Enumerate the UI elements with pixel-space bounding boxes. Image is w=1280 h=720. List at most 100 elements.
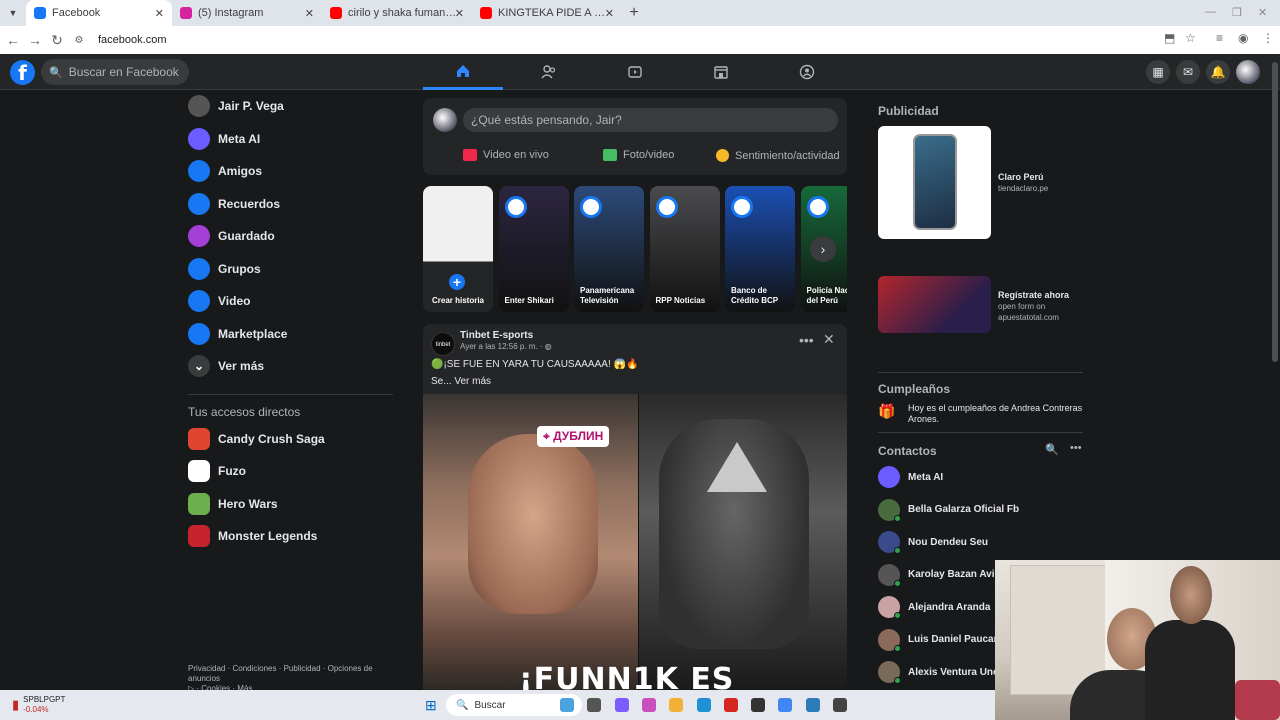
shortcut-item[interactable]: Fuzo xyxy=(180,455,400,488)
taskbar-app-icon[interactable] xyxy=(641,698,656,712)
browser-tab-instagram[interactable]: (5) Instagram ✕ xyxy=(172,0,322,26)
taskbar-app-icon[interactable] xyxy=(587,698,602,712)
contacts-options-icon[interactable]: ••• xyxy=(1070,442,1082,454)
search-input[interactable]: 🔍 Buscar en Facebook xyxy=(41,59,189,85)
profile-avatar[interactable] xyxy=(1236,60,1260,84)
sidebar-item-amigos[interactable]: Amigos xyxy=(180,155,400,188)
nav-tab-marketplace[interactable] xyxy=(681,54,761,90)
feed-post: tinbet Tinbet E-sports Ayer a las 12:56 … xyxy=(423,324,847,690)
sidebar-item-video[interactable]: Video xyxy=(180,285,400,318)
post-author[interactable]: Tinbet E-sports xyxy=(460,330,533,341)
post-author-avatar[interactable]: tinbet xyxy=(431,332,455,356)
page-scrollbar[interactable] xyxy=(1272,62,1278,362)
story-card[interactable]: Panamericana Televisión xyxy=(574,186,644,312)
story-card[interactable]: Banco de Crédito BCP xyxy=(725,186,795,312)
close-window-icon[interactable]: ✕ xyxy=(1258,6,1267,19)
taskbar-app-icon[interactable] xyxy=(805,698,820,712)
stock-ticker-widget[interactable]: ▮ SPBLPGPT -0.04% xyxy=(12,695,65,715)
tab-title: (5) Instagram xyxy=(198,7,264,19)
search-icon: 🔍 xyxy=(49,66,63,79)
post-timestamp[interactable]: Ayer a las 12:56 p. m. · ◍ xyxy=(460,342,552,351)
nav-tab-video[interactable] xyxy=(595,54,675,90)
live-video-button[interactable]: Video en vivo xyxy=(463,149,549,161)
birthday-notice[interactable]: 🎁 Hoy es el cumpleaños de Andrea Contrer… xyxy=(878,403,1083,425)
contact-item[interactable]: Karolay Bazan Avila xyxy=(878,563,1003,587)
nav-tab-friends[interactable] xyxy=(509,54,589,90)
menu-dots-icon[interactable]: ⋮ xyxy=(1262,31,1274,45)
taskbar-app-icon[interactable] xyxy=(778,698,793,712)
photo-video-button[interactable]: Foto/video xyxy=(603,149,674,161)
tab-search-icon[interactable]: ▼ xyxy=(0,8,26,18)
taskbar-app-icon[interactable] xyxy=(669,698,684,712)
sidebar-item-meta-ai[interactable]: Meta AI xyxy=(180,123,400,156)
browser-tab-youtube-1[interactable]: cirilo y shaka fumando - YouTu ✕ xyxy=(322,0,472,26)
facebook-logo[interactable]: f xyxy=(10,60,35,85)
shortcut-icon xyxy=(188,525,210,548)
taskbar-app-icon[interactable] xyxy=(614,698,629,712)
browser-tab-facebook[interactable]: Facebook ✕ xyxy=(26,0,172,26)
story-label: RPP Noticias xyxy=(655,296,706,305)
footer-links[interactable]: Privacidad · Condiciones · Publicidad · … xyxy=(188,664,398,684)
see-more-link[interactable]: Se... Ver más xyxy=(431,376,491,387)
taskbar-app-icon[interactable] xyxy=(560,698,574,712)
sidebar-item-jair-p-vega[interactable]: Jair P. Vega xyxy=(180,90,400,123)
maximize-icon[interactable]: ❐ xyxy=(1232,6,1242,19)
messenger-icon[interactable]: ✉ xyxy=(1176,60,1200,84)
taskbar-app-icon[interactable] xyxy=(723,698,738,712)
contact-item[interactable]: Nou Dendeu Seu xyxy=(878,531,988,554)
avatar[interactable] xyxy=(433,108,457,132)
search-placeholder: Buscar en Facebook xyxy=(68,65,179,79)
taskbar-app-icon[interactable] xyxy=(751,698,766,712)
feeling-activity-button[interactable]: Sentimiento/actividad xyxy=(716,149,840,162)
shortcut-item[interactable]: Hero Wars xyxy=(180,488,400,521)
taskbar-app-icon[interactable] xyxy=(833,698,847,712)
close-tab-icon[interactable]: ✕ xyxy=(455,7,464,20)
post-image[interactable]: ⌖ ДУБЛИН ¡FUNN1K ES xyxy=(423,394,847,690)
close-tab-icon[interactable]: ✕ xyxy=(305,7,314,20)
shortcut-item[interactable]: Candy Crush Saga xyxy=(180,423,400,456)
sidebar-item-marketplace[interactable]: Marketplace xyxy=(180,318,400,351)
close-tab-icon[interactable]: ✕ xyxy=(155,7,164,20)
profile-icon[interactable]: ◉ xyxy=(1238,31,1248,45)
url-field[interactable]: facebook.com xyxy=(98,34,166,46)
sidebar-item-label: Jair P. Vega xyxy=(218,99,284,114)
nav-tab-groups[interactable] xyxy=(767,54,847,90)
close-tab-icon[interactable]: ✕ xyxy=(605,7,614,20)
reload-icon[interactable]: ↻ xyxy=(46,32,68,49)
nav-tab-home[interactable] xyxy=(423,54,503,90)
bookmark-star-icon[interactable]: ☆ xyxy=(1185,31,1196,45)
browser-tab-youtube-2[interactable]: KINGTEKA PIDE A SHAKA 1K D ✕ xyxy=(472,0,622,26)
new-tab-button[interactable]: + xyxy=(622,4,646,22)
ad-apuestatotal[interactable]: Regístrate ahora open form on apuestatot… xyxy=(878,276,1078,333)
sidebar-item-recuerdos[interactable]: Recuerdos xyxy=(180,188,400,221)
sidebar-item-grupos[interactable]: Grupos xyxy=(180,253,400,286)
notifications-icon[interactable]: 🔔 xyxy=(1206,60,1230,84)
search-contacts-icon[interactable]: 🔍 xyxy=(1045,443,1059,456)
close-icon[interactable]: ✕ xyxy=(823,331,835,348)
contact-item[interactable]: Alejandra Aranda xyxy=(878,596,990,619)
taskbar-app-icon[interactable] xyxy=(696,698,711,712)
create-story-card[interactable]: + Crear historia xyxy=(423,186,493,312)
story-card[interactable]: RPP Noticias xyxy=(649,186,720,312)
ad-claro[interactable]: Claro Perú tiendaclaro.pe xyxy=(878,126,1048,239)
stories-next-icon[interactable]: › xyxy=(810,236,836,262)
shortcut-item[interactable]: Monster Legends xyxy=(180,520,400,553)
shortcut-label: Hero Wars xyxy=(218,496,278,511)
site-info-icon[interactable]: ⚙ xyxy=(68,35,90,46)
search-icon: 🔍 xyxy=(456,699,469,711)
apps-grid-icon[interactable]: ▦ xyxy=(1146,60,1170,84)
windows-start-icon[interactable]: ⊞ xyxy=(425,697,437,714)
sidebar-item-guardado[interactable]: Guardado xyxy=(180,220,400,253)
contact-item[interactable]: Bella Galarza Oficial Fb xyxy=(878,498,1019,522)
story-card[interactable]: Enter Shikari xyxy=(498,186,569,312)
composer-input[interactable]: ¿Qué estás pensando, Jair? xyxy=(463,108,838,132)
install-app-icon[interactable]: ⬒ xyxy=(1164,31,1175,45)
forward-icon[interactable]: → xyxy=(24,32,46,48)
minimize-icon[interactable]: — xyxy=(1205,6,1216,18)
more-options-icon[interactable]: ••• xyxy=(799,332,814,348)
media-icon[interactable]: ≡ xyxy=(1216,31,1223,45)
contact-item[interactable]: Alexis Ventura Unoc xyxy=(878,661,1005,684)
sidebar-item-ver-m-s[interactable]: ⌄ Ver más xyxy=(180,350,400,383)
contact-item[interactable]: Meta AI xyxy=(878,466,943,488)
back-icon[interactable]: ← xyxy=(2,32,24,48)
